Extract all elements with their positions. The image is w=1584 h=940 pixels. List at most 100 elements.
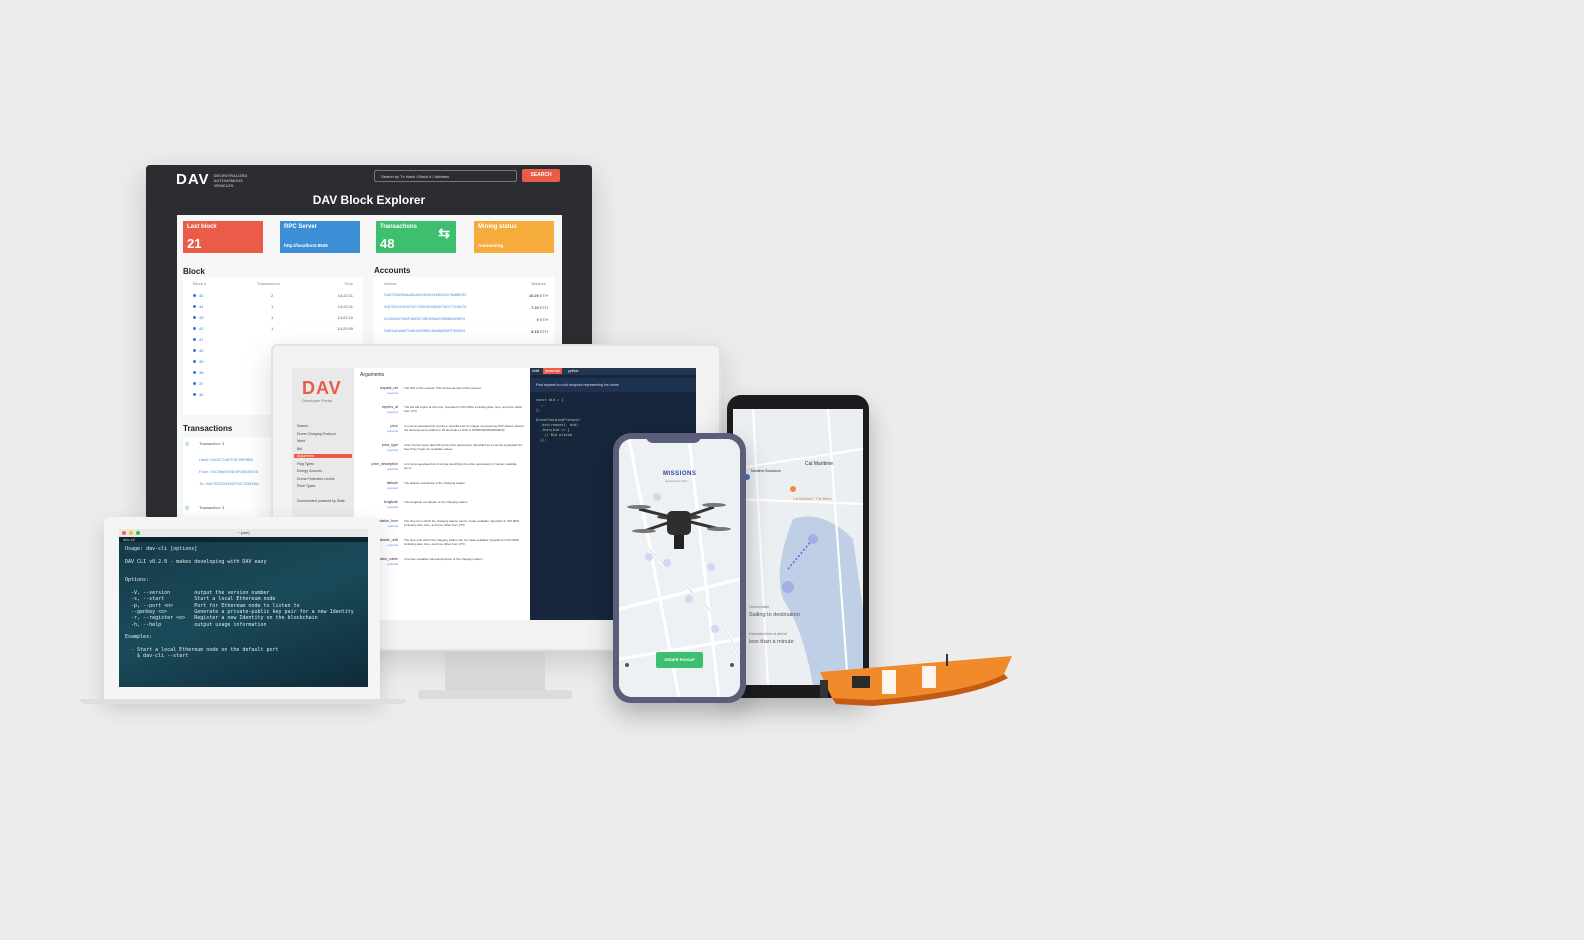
argument-row: latitude required The latitude coordinate … [354,481,530,499]
destination-marker-icon[interactable] [782,581,794,593]
explorer-search-button[interactable]: SEARCH [522,169,560,182]
account-address[interactable]: 0xf17f52151EbEF6C7334FAD080c5704D77216b7… [384,305,467,309]
tab-javascript[interactable]: javascript [543,368,562,374]
tx-label: Transaction: 3 [199,505,225,510]
table-row[interactable]: 0x821aEa9a577a9b44299B9c15c88cf3087F3b55… [374,329,554,339]
block-dot-icon [193,338,196,341]
tx-to[interactable]: To: 0xf17f52151EbEF6C7334FAD [199,481,259,486]
argument-name: latitude [386,481,398,485]
tx-status-icon: ◎ [185,441,190,447]
table-row[interactable]: 0x627306090abaB3A6e1400e9345bC60c78a8BEf… [374,293,554,303]
boat-marker-icon[interactable] [808,534,818,544]
tab-python[interactable]: python [568,369,579,373]
order-pickup-button[interactable]: ORDER PICKUP [656,652,703,668]
argument-row: available_until optional The time until wh… [354,538,530,556]
block-dot-icon [193,371,196,374]
argument-required: required [386,391,398,395]
drone-icon [627,503,731,549]
argument-description: The latitude coordinate of the charging … [404,481,465,485]
missions-powered-by: powered by DAV [665,479,688,483]
last-block-card: Last block 21 [183,221,263,253]
tx-from[interactable]: From: 0xC5fdf4076b8F3A5357c5 [199,469,258,474]
block-tx-count: 2 [271,293,274,298]
map-pin-icon[interactable] [685,595,693,603]
block-time: 14:22:09 [337,326,353,331]
portal-nav-item[interactable]: Price Types [294,484,352,488]
terminal-title: ~ (zsh) [237,530,250,535]
eta-value: less than a minute [749,639,794,645]
block-number[interactable]: 36 [193,392,203,397]
account-address[interactable]: 0x627306090abaB3A6e1400e9345bC60c78a8BEf… [384,293,467,297]
block-number[interactable]: 44 [193,304,203,309]
explorer-search-input[interactable]: Search by Tx Hash / Block # / Address [374,170,517,182]
laptop-base [80,699,406,704]
argument-required: required [386,486,398,490]
portal-search-input[interactable]: Search [294,424,352,428]
bistro-pin-icon[interactable] [790,486,796,492]
block-dot-icon [193,327,196,330]
portal-nav-item[interactable]: Bid [294,447,352,451]
block-number[interactable]: 38 [193,370,203,375]
tab-shell[interactable]: shell [532,369,539,373]
minimize-dot-icon[interactable] [129,531,133,535]
close-dot-icon[interactable] [122,531,126,535]
portal-nav-item[interactable]: Drone Charging Protocol [294,432,352,436]
block-number[interactable]: 43 [193,315,203,320]
map-pin-icon[interactable] [711,625,719,633]
block-number[interactable]: 40 [193,348,203,353]
block-number[interactable]: 39 [193,359,203,364]
argument-row: request_uid required The UID of the reques… [354,386,530,404]
block-number[interactable]: 45 [193,293,203,298]
table-row[interactable]: 0xC5fdf4076b8F3A5357c5E395ab970B5B54098F… [374,317,554,327]
argument-row: price required A comma separated list of p… [354,424,530,442]
argument-description: The bid will expire at this time. Specif… [404,405,523,413]
block-dot-icon [193,316,196,319]
argument-description: The longitude coordinate of the charging… [404,500,468,504]
eta-label: Estimated time of arrival [749,632,787,636]
argument-required: required [386,467,398,471]
portal-nav-item[interactable]: Drone Protection Levels [294,477,352,481]
argument-required: required [386,429,398,433]
argument-required: required [386,505,398,509]
map-corner-icon [730,663,734,667]
block-dot-icon [193,294,196,297]
block-number[interactable]: 37 [193,381,203,386]
block-tx-count: 1 [271,315,274,320]
terminal-output: Usage: dav-cli [options] DAV CLI v0.2.0 … [125,546,354,660]
account-balance: 8.15 ETH [531,329,548,334]
portal-nav-item[interactable]: Flag Types [294,462,352,466]
tx-hash[interactable]: Hash: 0x01C7a87D4F2BF6B1 [199,457,253,462]
map-label-bookstore: Maritime Bookstore [751,469,782,473]
portal-nav-item[interactable]: Need [294,439,352,443]
portal-nav-item[interactable]: Documented powered by Slate [294,499,352,503]
account-address[interactable]: 0xC5fdf4076b8F3A5357c5E395ab970B5B54098F… [384,317,465,321]
transactions-list: ◎ Transaction: 3 Hash: 0x01C7a87D4F2BF6B… [183,437,273,517]
argument-required: optional [387,543,398,547]
account-address[interactable]: 0x821aEa9a577a9b44299B9c15c88cf3087F3b55… [384,329,465,333]
portal-nav-item[interactable]: Arguments [294,454,352,458]
argument-description: A human readable name/description of the… [404,557,483,561]
argument-name: longitude [383,500,398,504]
maximize-dot-icon[interactable] [136,531,140,535]
argument-row: price_description required A comma separat… [354,462,530,480]
table-row[interactable]: 42 1 14:22:09 [183,326,363,336]
block-number[interactable]: 41 [193,337,203,342]
table-row[interactable]: 44 1 14:22:11 [183,304,363,314]
block-time: 14:22:10 [337,315,353,320]
portal-nav-item[interactable]: Energy Sources [294,469,352,473]
argument-row: location_name optional A human readable na… [354,557,530,575]
argument-row: price_type required A list of price types … [354,443,530,461]
explorer-logo: DAV DECENTRALIZED AUTONOMOUS VEHICLES [176,171,248,188]
block-number[interactable]: 42 [193,326,203,331]
tx-label: Transaction: 3 [199,441,225,446]
argument-description: The UID of the request. This arrives as … [404,386,481,390]
block-dot-icon [193,382,196,385]
block-dot-icon [193,360,196,363]
terminal-tab[interactable]: dav-cli [119,537,368,542]
table-row[interactable]: 45 2 14:22:11 [183,293,363,303]
code-note: Post request to a bid endpoint represent… [536,383,619,387]
accounts-table: Adress Balance 0x627306090abaB3A6e1400e9… [374,277,554,347]
table-row[interactable]: 0xf17f52151EbEF6C7334FAD080c5704D77216b7… [374,305,554,315]
code-tabs: shell javascript python [530,368,696,375]
table-row[interactable]: 43 1 14:22:10 [183,315,363,325]
